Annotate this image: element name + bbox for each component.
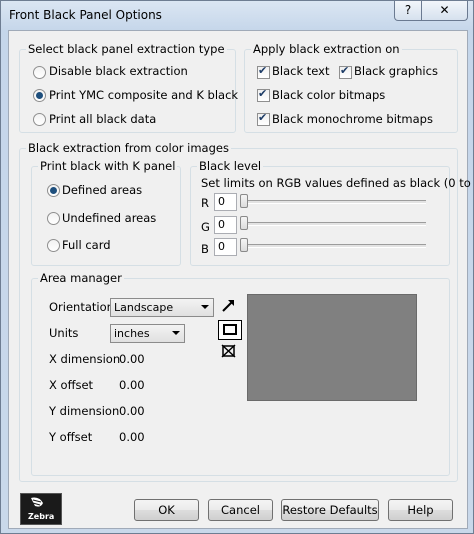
radio-disable-extraction[interactable] xyxy=(33,66,46,79)
r-slider-track[interactable] xyxy=(242,200,426,204)
b-value-field[interactable]: 0 xyxy=(214,238,237,256)
radio-print-ymc-k[interactable] xyxy=(33,89,46,102)
checkbox-black-graphics[interactable] xyxy=(339,64,352,79)
radio-full-card[interactable] xyxy=(47,239,60,252)
black-color-bitmaps-label[interactable]: Black color bitmaps xyxy=(272,88,385,102)
full-card-label[interactable]: Full card xyxy=(62,238,111,252)
help-title-button[interactable]: ? xyxy=(394,1,422,21)
radio-print-ymc-k-label[interactable]: Print YMC composite and K black xyxy=(49,88,238,102)
checkbox-black-color-bitmaps[interactable] xyxy=(257,87,270,102)
extraction-type-label: Select black panel extraction type xyxy=(26,42,227,56)
dialog-window: Front Black Panel Options ? ✕ Select bla… xyxy=(0,0,474,534)
radio-defined-areas[interactable] xyxy=(47,184,60,197)
r-label: R xyxy=(201,196,209,210)
black-text-label[interactable]: Black text xyxy=(272,64,329,78)
color-images-label: Black extraction from color images xyxy=(26,141,231,155)
x-dimension-label: X dimension xyxy=(49,352,121,366)
g-slider-track[interactable] xyxy=(242,222,426,226)
black-level-label: Black level xyxy=(197,159,264,173)
restore-defaults-button[interactable]: Restore Defaults xyxy=(281,499,379,521)
b-slider-track[interactable] xyxy=(242,244,426,248)
checkbox-black-mono-bitmaps[interactable] xyxy=(257,111,270,126)
help-button[interactable]: Help xyxy=(388,499,453,521)
y-offset-label: Y offset xyxy=(49,430,93,444)
units-value: inches xyxy=(114,327,150,340)
black-mono-bitmaps-label[interactable]: Black monochrome bitmaps xyxy=(272,112,433,126)
y-dimension-value: 0.00 xyxy=(119,404,145,418)
k-panel-label: Print black with K panel xyxy=(38,159,178,173)
x-offset-label: X offset xyxy=(49,378,94,392)
y-dimension-label: Y dimension xyxy=(49,404,120,418)
black-level-hint: Set limits on RGB values defined as blac… xyxy=(201,176,474,190)
zebra-logo: Zebra xyxy=(20,493,62,525)
undefined-areas-label[interactable]: Undefined areas xyxy=(62,211,156,225)
radio-undefined-areas[interactable] xyxy=(47,212,60,225)
area-manager-label: Area manager xyxy=(38,271,124,285)
orientation-label: Orientation xyxy=(49,300,114,314)
dialog-client: Select black panel extraction type Disab… xyxy=(8,30,474,529)
close-icon: ✕ xyxy=(439,3,450,17)
x-dimension-value: 0.00 xyxy=(119,352,145,366)
g-label: G xyxy=(201,220,210,234)
radio-print-all-black[interactable] xyxy=(33,113,46,126)
checkbox-black-text[interactable] xyxy=(257,64,270,79)
orientation-select[interactable]: Landscape xyxy=(110,298,214,317)
arrow-pointer-icon[interactable] xyxy=(220,296,238,314)
card-preview-area[interactable] xyxy=(247,294,417,401)
rectangle-tool-icon[interactable] xyxy=(218,320,242,340)
chevron-down-icon xyxy=(172,331,180,335)
ok-button[interactable]: OK xyxy=(134,499,199,521)
units-label: Units xyxy=(49,326,79,340)
apply-on-label: Apply black extraction on xyxy=(251,42,402,56)
delete-area-icon[interactable] xyxy=(220,343,238,359)
y-offset-value: 0.00 xyxy=(119,430,145,444)
radio-print-all-black-label[interactable]: Print all black data xyxy=(49,112,156,126)
orientation-value: Landscape xyxy=(114,301,174,314)
x-offset-value: 0.00 xyxy=(119,378,145,392)
b-label: B xyxy=(201,242,209,256)
cancel-button[interactable]: Cancel xyxy=(208,499,273,521)
radio-disable-label[interactable]: Disable black extraction xyxy=(49,64,188,78)
title-bar[interactable]: Front Black Panel Options ? ✕ xyxy=(1,1,473,29)
r-value-field[interactable]: 0 xyxy=(214,193,237,211)
question-icon: ? xyxy=(404,3,412,17)
close-button[interactable]: ✕ xyxy=(421,1,468,21)
units-select[interactable]: inches xyxy=(110,324,185,343)
black-graphics-label[interactable]: Black graphics xyxy=(354,64,438,78)
g-slider-thumb[interactable] xyxy=(240,216,248,230)
defined-areas-label[interactable]: Defined areas xyxy=(62,183,142,197)
b-slider-thumb[interactable] xyxy=(240,238,248,252)
g-value-field[interactable]: 0 xyxy=(214,216,237,234)
zebra-logo-text: Zebra xyxy=(28,512,55,521)
chevron-down-icon xyxy=(201,305,209,309)
r-slider-thumb[interactable] xyxy=(240,194,248,208)
window-title: Front Black Panel Options xyxy=(9,8,162,22)
